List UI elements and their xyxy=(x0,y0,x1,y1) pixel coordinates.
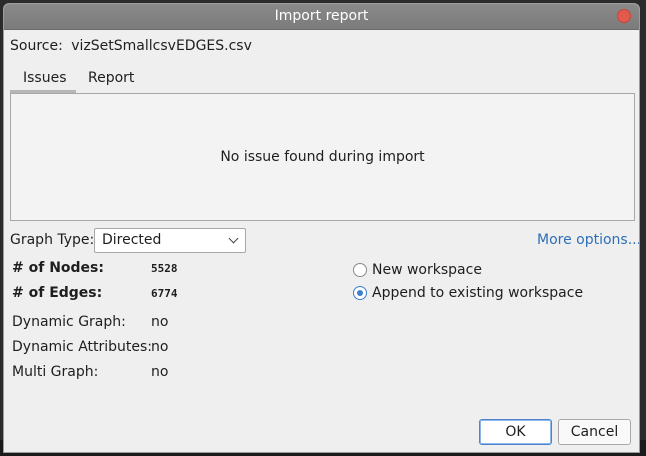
source-file: vizSetSmallcsvEDGES.csv xyxy=(71,38,252,54)
tab-report[interactable]: Report xyxy=(76,66,146,93)
dynamic-graph-value: no xyxy=(151,314,169,330)
cancel-button[interactable]: Cancel xyxy=(558,419,631,445)
title-bar[interactable]: Import report xyxy=(4,4,639,30)
issues-message: No issue found during import xyxy=(220,149,425,165)
tab-issues[interactable]: Issues xyxy=(10,66,76,93)
multi-graph-value: no xyxy=(151,364,169,380)
multi-graph-label: Multi Graph: xyxy=(12,364,99,380)
append-workspace-radio[interactable] xyxy=(353,286,367,300)
edges-value: 6774 xyxy=(151,287,178,300)
edges-label: # of Edges: xyxy=(12,285,103,301)
graph-type-label: Graph Type: xyxy=(10,232,95,248)
close-icon[interactable] xyxy=(617,9,631,23)
import-report-dialog: Import report Source: vizSetSmallcsvEDGE… xyxy=(3,3,640,453)
more-options-link[interactable]: More options... xyxy=(537,232,639,248)
new-workspace-radio[interactable] xyxy=(353,263,367,277)
source-line: Source: vizSetSmallcsvEDGES.csv xyxy=(10,38,252,54)
append-workspace-label[interactable]: Append to existing workspace xyxy=(372,285,583,301)
nodes-value: 5528 xyxy=(151,262,178,275)
new-workspace-label[interactable]: New workspace xyxy=(372,262,482,278)
ok-button[interactable]: OK xyxy=(479,419,552,445)
dialog-title: Import report xyxy=(274,8,369,24)
dynamic-attributes-value: no xyxy=(151,339,169,355)
issues-panel: No issue found during import xyxy=(10,93,635,221)
tab-bar: Issues Report xyxy=(10,66,637,93)
nodes-label: # of Nodes: xyxy=(12,260,104,276)
graph-type-select[interactable]: Directed xyxy=(94,228,246,253)
source-label: Source: xyxy=(10,38,63,54)
graph-type-value: Directed xyxy=(102,232,162,248)
dynamic-graph-label: Dynamic Graph: xyxy=(12,314,126,330)
dynamic-attributes-label: Dynamic Attributes: xyxy=(12,339,153,355)
chevron-down-icon xyxy=(228,233,239,244)
